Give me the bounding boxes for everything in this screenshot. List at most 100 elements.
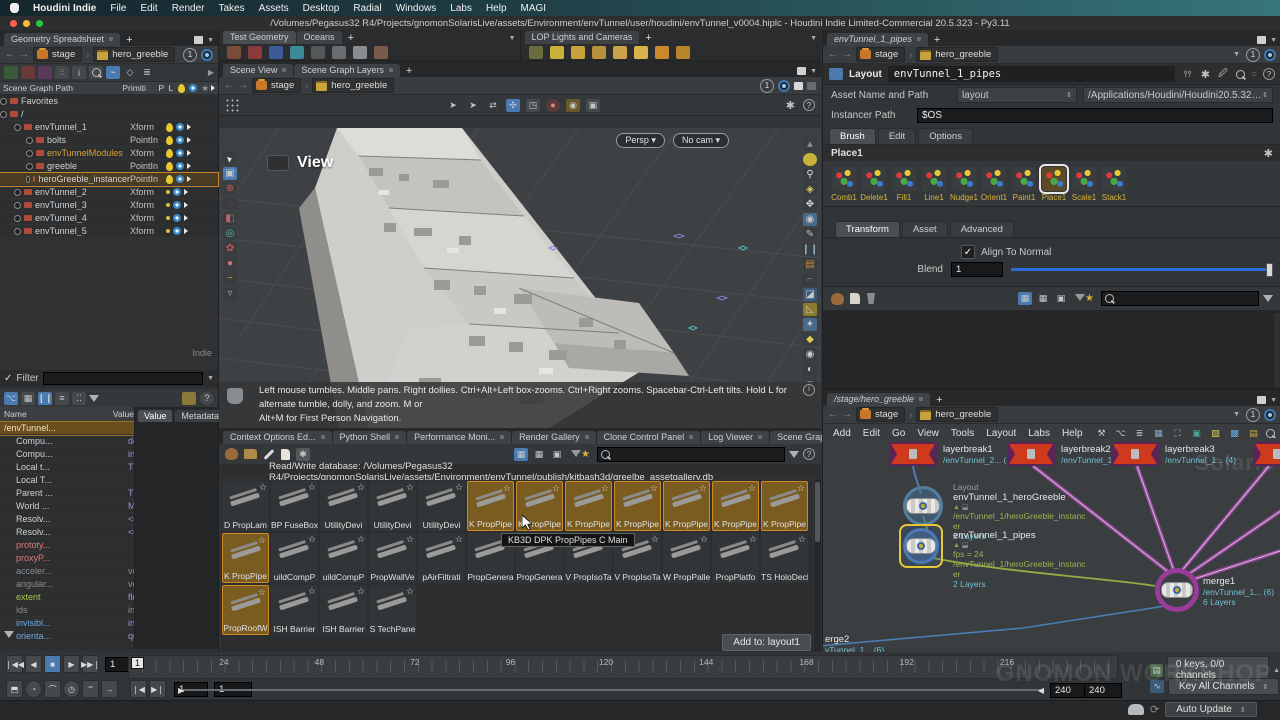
lop-arealight-icon[interactable] [613,46,627,59]
activate-icon[interactable] [166,216,170,220]
asset-tile[interactable]: ☆ ISH Barrier [271,585,318,635]
right-forward-icon[interactable]: → [842,49,852,60]
activate-icon[interactable] [166,190,170,194]
paint-icon[interactable]: ✿ [223,242,237,255]
bottom-tab[interactable]: Clone Control Panel [597,431,701,444]
realtime-icon[interactable]: ◷ [63,680,80,698]
tab-stage-hero-greeble[interactable]: /stage/hero_greeble [827,393,930,406]
folder-icon[interactable] [244,449,257,459]
lop-karma-icon[interactable] [676,46,690,59]
brush-tool[interactable]: Line1 [919,167,949,202]
asset-tile[interactable]: ☆ K PropPipe [663,481,710,531]
right-filter-gear-icon[interactable] [1263,295,1273,302]
right-star-filter-icon[interactable]: ★ [1075,293,1094,304]
strip-up-icon[interactable]: ▲ [803,138,817,151]
refresh-icon[interactable]: ⟳ [1150,703,1159,716]
show-geometry-icon[interactable] [4,66,18,79]
right-grid-medium-icon[interactable]: ▦ [1036,292,1050,305]
attribute-row[interactable]: prototy... [0,539,134,552]
step-back-button[interactable]: ◀ [25,655,42,673]
activate-icon[interactable] [166,123,173,132]
audio-icon[interactable]: ◔ [25,680,42,698]
tab-scene-view[interactable]: Scene View [223,64,293,77]
selectable-icon[interactable] [187,176,191,182]
tree-mode-icon[interactable]: ⌥ [4,392,18,405]
camera-tool-icon[interactable]: ◉ [566,99,580,112]
network-canvas[interactable]: Solaris layerbreak1/envTunnel_2... (4) l… [823,438,1280,652]
menubar-item[interactable]: Radial [353,3,381,14]
layout-brush-icon[interactable]: ✣ [506,99,520,112]
attribute-row[interactable]: World ...Min[-30.29... [0,500,134,513]
section-gear-icon[interactable]: ✱ [1264,147,1273,160]
select-geometry-icon[interactable]: ➤ [466,99,480,112]
favorite-star-icon[interactable]: ☆ [797,483,805,494]
attribute-row[interactable]: Compu...default [0,435,134,448]
node-help-icon[interactable]: ? [1263,68,1275,80]
menubar-item[interactable]: Render [172,3,205,14]
right-list-scrollbar[interactable] [1274,313,1280,387]
info-icon[interactable]: i [72,66,86,79]
scene-pin-icon[interactable] [778,80,790,92]
asset-tile[interactable]: ☆ ISH Barrier [320,585,367,635]
attribute-row[interactable]: Resolv...<unbound> [0,513,134,526]
tree-header[interactable]: Scene Graph Path Primiti P L ★ [0,82,218,95]
window-titlebar[interactable]: /Volumes/Pegasus32 R4/Projects/gnomonSol… [0,16,1280,31]
menubar-item[interactable]: MAGI [521,3,547,14]
pin-selection-icon[interactable]: ⌁ [106,66,120,79]
param-tab[interactable]: Asset [902,221,948,237]
favorite-star-icon[interactable]: ☆ [749,534,757,545]
network-menu-item[interactable]: Labs [1028,428,1050,439]
shelf-tab-lop-lights[interactable]: LOP Lights and Cameras [525,31,640,44]
play-column-icon[interactable]: ▶ [208,68,214,77]
link-badge[interactable]: 1 [183,48,197,62]
tag-icon[interactable] [850,293,860,304]
forward-icon[interactable]: → [19,49,29,60]
lop-light-icon[interactable] [529,46,543,59]
visibility-icon[interactable] [176,175,184,183]
visibility-icon[interactable] [176,149,184,157]
tab-envtunnel-pipes[interactable]: envTunnel_1_pipes [827,33,928,46]
export-icon[interactable]: ⬒ [6,680,23,698]
favorite-star-icon[interactable]: ☆ [455,482,463,493]
bottom-funnel-icon[interactable] [4,630,14,641]
shelf-tab-oceans[interactable]: Oceans [297,31,342,44]
network-menu-item[interactable]: Tools [951,428,974,439]
viewport-settings-gear-icon[interactable]: ✱ [786,99,795,112]
brush-tool[interactable]: Fill1 [889,167,919,202]
snap-icon[interactable]: − [223,272,237,285]
viewport[interactable]: View Persp ▾ No cam ▾ ▣ ⊕ ◌ ◧ ◎ ✿ ● − ▿ [219,128,821,428]
move-tool-icon[interactable]: ⇄ [486,99,500,112]
scene-max-icon[interactable] [797,67,806,75]
lop-domelight-icon[interactable] [592,46,606,59]
asset-tile[interactable]: ☆ UtilityDevi [320,481,367,531]
filter-input[interactable] [43,372,203,385]
render-settings-icon[interactable]: ▣ [586,99,600,112]
activate-icon[interactable] [166,136,173,145]
bulb-icon[interactable]: ⚲ [803,168,817,181]
go-start-button[interactable]: ❘◀◀ [6,655,23,673]
node-merge1[interactable] [1155,568,1199,612]
asset-tile[interactable]: ☆ W PropPalle [663,533,710,583]
net-pin-icon[interactable] [1264,409,1276,421]
selectable-icon[interactable] [184,215,188,221]
new-tab-button[interactable]: + [121,34,137,46]
asset-tile[interactable]: ☆ BP FuseBox [271,481,318,531]
right-search-input[interactable] [1101,291,1259,306]
stop-render-icon[interactable]: ● [546,99,560,112]
lop-spotlight-icon[interactable] [571,46,585,59]
follow-icon[interactable]: → [101,680,118,698]
scene-crumb-stage[interactable]: stage [252,78,301,93]
node-layerbreak3[interactable] [1111,442,1159,466]
tab-geometry-spreadsheet[interactable]: Geometry Spreadsheet [4,33,120,46]
list-add-icon[interactable]: ≣ [140,66,154,79]
hook-icon[interactable]: ⌐ [803,273,817,286]
scene-new-tab[interactable]: + [401,65,417,77]
filter-funnel-icon[interactable] [89,395,99,402]
box-zoom-icon[interactable]: ◳ [526,99,540,112]
visibility-icon[interactable] [173,188,181,196]
asset-tile[interactable]: ☆ K PropPipe [712,481,759,531]
brush-tool[interactable]: Place1 [1039,167,1069,202]
right-pin-icon[interactable] [1264,49,1276,61]
network-menu-item[interactable]: Help [1062,428,1083,439]
asset-tile[interactable]: ☆ D PropLam [222,481,269,531]
